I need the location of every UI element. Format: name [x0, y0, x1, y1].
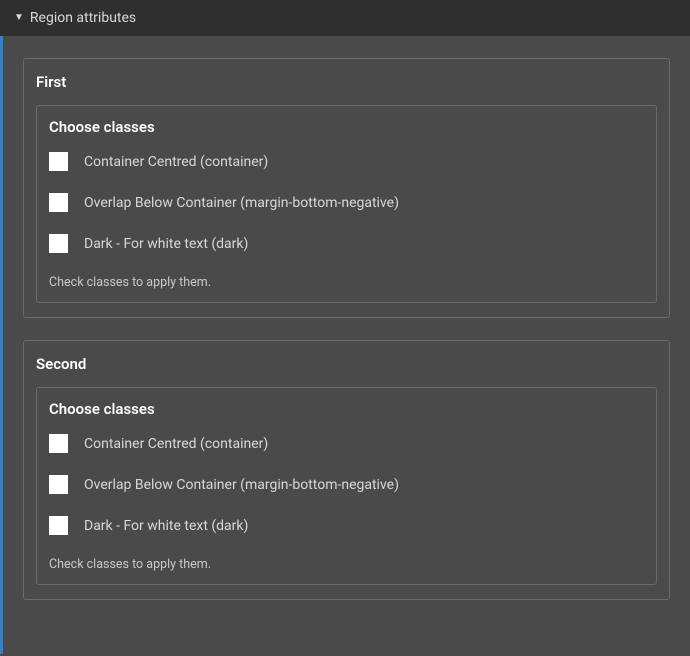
caret-down-icon: ▼ — [14, 13, 24, 23]
checkbox-row: Container Centred (container) — [49, 434, 644, 453]
help-text: Check classes to apply them. — [49, 275, 644, 290]
checkbox-label[interactable]: Overlap Below Container (margin-bottom-n… — [84, 195, 399, 211]
classes-title: Choose classes — [49, 118, 644, 136]
checkbox-row: Container Centred (container) — [49, 152, 644, 171]
checkbox-overlap-below[interactable] — [49, 475, 68, 494]
region-attributes-header[interactable]: ▼ Region attributes — [0, 0, 690, 36]
region-group-second: Second Choose classes Container Centred … — [23, 340, 670, 600]
checkbox-label[interactable]: Overlap Below Container (margin-bottom-n… — [84, 477, 399, 493]
checkbox-dark[interactable] — [49, 234, 68, 253]
checkbox-container-centred[interactable] — [49, 434, 68, 453]
region-group-first: First Choose classes Container Centred (… — [23, 58, 670, 318]
checkbox-row: Overlap Below Container (margin-bottom-n… — [49, 475, 644, 494]
header-title: Region attributes — [30, 10, 136, 26]
region-title: Second — [36, 355, 657, 373]
checkbox-row: Overlap Below Container (margin-bottom-n… — [49, 193, 644, 212]
classes-title: Choose classes — [49, 400, 644, 418]
checkbox-container-centred[interactable] — [49, 152, 68, 171]
classes-group: Choose classes Container Centred (contai… — [36, 105, 657, 303]
checkbox-label[interactable]: Container Centred (container) — [84, 154, 268, 170]
region-attributes-content: First Choose classes Container Centred (… — [0, 36, 690, 654]
checkbox-overlap-below[interactable] — [49, 193, 68, 212]
checkbox-label[interactable]: Dark - For white text (dark) — [84, 518, 248, 534]
classes-group: Choose classes Container Centred (contai… — [36, 387, 657, 585]
help-text: Check classes to apply them. — [49, 557, 644, 572]
checkbox-label[interactable]: Container Centred (container) — [84, 436, 268, 452]
region-title: First — [36, 73, 657, 91]
checkbox-dark[interactable] — [49, 516, 68, 535]
checkbox-row: Dark - For white text (dark) — [49, 516, 644, 535]
checkbox-row: Dark - For white text (dark) — [49, 234, 644, 253]
checkbox-label[interactable]: Dark - For white text (dark) — [84, 236, 248, 252]
